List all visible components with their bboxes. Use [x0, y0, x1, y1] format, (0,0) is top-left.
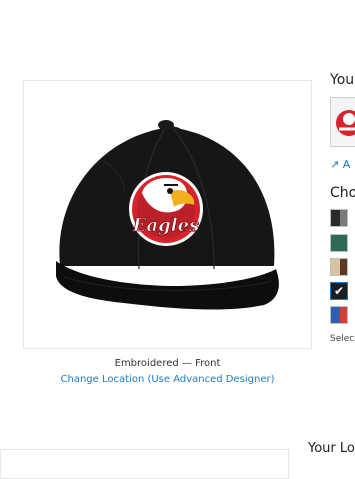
checkmark-icon: ✔ [334, 284, 345, 298]
color-swatch[interactable] [330, 258, 348, 276]
add-logo-label: A [342, 158, 351, 171]
bottom-panel [0, 449, 289, 479]
swatch-hint: Selec [330, 334, 355, 344]
your-logo-section-title: Your Lo [308, 441, 355, 456]
print-location-label: Embroidered — Front [114, 358, 221, 369]
product-image-frame: Eagles [23, 80, 312, 349]
external-link-icon: ↗ [330, 158, 340, 171]
color-swatch[interactable] [330, 306, 348, 324]
choose-color-title: Cho [330, 185, 355, 201]
color-swatch[interactable] [330, 209, 348, 227]
hat-image: Eagles [56, 120, 279, 310]
logo-thumbnail[interactable] [330, 97, 355, 147]
change-location-link[interactable]: Change Location (Use Advanced Designer) [23, 374, 312, 386]
your-logo-title: You [330, 72, 355, 88]
add-logo-link[interactable]: ↗ A [330, 158, 350, 172]
color-swatch-selected[interactable]: ✔ [330, 282, 348, 300]
logo-text: Eagles [132, 215, 199, 236]
logo-thumbnail-image [336, 110, 355, 136]
color-swatch[interactable] [330, 234, 348, 252]
